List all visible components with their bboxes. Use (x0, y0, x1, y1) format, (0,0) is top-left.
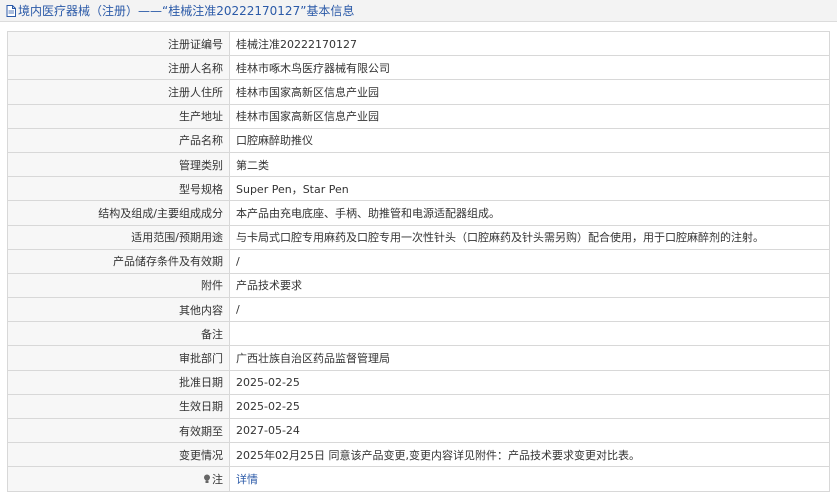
table-row: 附件 产品技术要求 (7, 272, 830, 299)
info-table-body: 注册证编号 桂械注准20222170127 注册人名称 桂林市啄木鸟医疗器械有限公司… (7, 30, 830, 492)
row-value: 口腔麻醉助推仪 (229, 127, 830, 153)
table-row: 管理类别 第二类 (7, 151, 830, 178)
row-label: 结构及组成/主要组成成分 (7, 200, 230, 226)
row-label: 管理类别 (7, 151, 230, 178)
row-label: 批准日期 (7, 369, 230, 395)
row-label: 适用范围/预期用途 (7, 224, 230, 250)
row-value (229, 321, 830, 347)
table-row: 生产地址 桂林市国家高新区信息产业园 (7, 103, 830, 129)
row-value: 2025年02月25日 同意该产品变更,变更内容详见附件：产品技术要求变更对比表… (229, 442, 830, 468)
table-row: 变更情况 2025年02月25日 同意该产品变更,变更内容详见附件：产品技术要求变… (7, 442, 830, 468)
row-value: 2025-02-25 (229, 393, 830, 420)
table-row: 型号规格 Super Pen，Star Pen (7, 176, 830, 202)
page-title: 境内医疗器械（注册）——“桂械注准20222170127”基本信息 (18, 4, 355, 18)
table-row: 批准日期 2025-02-25 (7, 369, 830, 395)
table-row: 注册人住所 桂林市国家高新区信息产业园 (7, 79, 830, 105)
row-value: 产品技术要求 (229, 272, 830, 299)
table-row: 审批部门 广西壮族自治区药品监督管理局 (7, 345, 830, 371)
row-label: 产品名称 (7, 127, 230, 153)
row-label: 有效期至 (7, 417, 230, 444)
table-row: 备注 (7, 321, 830, 347)
row-value: 与卡局式口腔专用麻药及口腔专用一次性针头（口腔麻药及针头需另购）配合使用，用于口… (229, 224, 830, 250)
row-value: 桂林市国家高新区信息产业园 (229, 103, 830, 129)
note-value-cell: 详情 (229, 466, 830, 492)
note-row: 注 详情 (7, 466, 830, 492)
row-label: 生效日期 (7, 393, 230, 420)
note-label: 注 (212, 472, 223, 486)
document-icon (6, 4, 16, 17)
row-value: 广西壮族自治区药品监督管理局 (229, 345, 830, 371)
table-row: 注册人名称 桂林市啄木鸟医疗器械有限公司 (7, 55, 830, 81)
row-label: 其他内容 (7, 297, 230, 323)
row-label: 变更情况 (7, 442, 230, 468)
row-value: Super Pen，Star Pen (229, 176, 830, 202)
row-label: 生产地址 (7, 103, 230, 129)
table-row: 生效日期 2025-02-25 (7, 393, 830, 420)
row-value: 桂林市国家高新区信息产业园 (229, 79, 830, 105)
page-header: 境内医疗器械（注册）——“桂械注准20222170127”基本信息 (0, 0, 837, 22)
row-label: 产品储存条件及有效期 (7, 248, 230, 274)
row-label: 注册证编号 (7, 30, 230, 57)
table-row: 有效期至 2027-05-24 (7, 417, 830, 444)
row-value: / (229, 297, 830, 323)
lightbulb-icon (203, 474, 211, 484)
info-table: 注册证编号 桂械注准20222170127 注册人名称 桂林市啄木鸟医疗器械有限公司… (7, 30, 830, 492)
row-value: 桂械注准20222170127 (229, 30, 830, 57)
details-link[interactable]: 详情 (236, 473, 258, 486)
table-row: 产品名称 口腔麻醉助推仪 (7, 127, 830, 153)
row-label: 注册人住所 (7, 79, 230, 105)
row-value: 2025-02-25 (229, 369, 830, 395)
table-row: 结构及组成/主要组成成分 本产品由充电底座、手柄、助推管和电源适配器组成。 (7, 200, 830, 226)
table-row: 其他内容 / (7, 297, 830, 323)
row-label: 备注 (7, 321, 230, 347)
row-label: 型号规格 (7, 176, 230, 202)
row-label: 注册人名称 (7, 55, 230, 81)
table-row: 注册证编号 桂械注准20222170127 (7, 30, 830, 57)
row-value: / (229, 248, 830, 274)
row-label: 审批部门 (7, 345, 230, 371)
row-value: 桂林市啄木鸟医疗器械有限公司 (229, 55, 830, 81)
row-value: 第二类 (229, 151, 830, 178)
table-row: 产品储存条件及有效期 / (7, 248, 830, 274)
note-label-cell: 注 (7, 466, 230, 492)
row-value: 本产品由充电底座、手柄、助推管和电源适配器组成。 (229, 200, 830, 226)
row-label: 附件 (7, 272, 230, 299)
row-value: 2027-05-24 (229, 417, 830, 444)
table-row: 适用范围/预期用途 与卡局式口腔专用麻药及口腔专用一次性针头（口腔麻药及针头需另购… (7, 224, 830, 250)
